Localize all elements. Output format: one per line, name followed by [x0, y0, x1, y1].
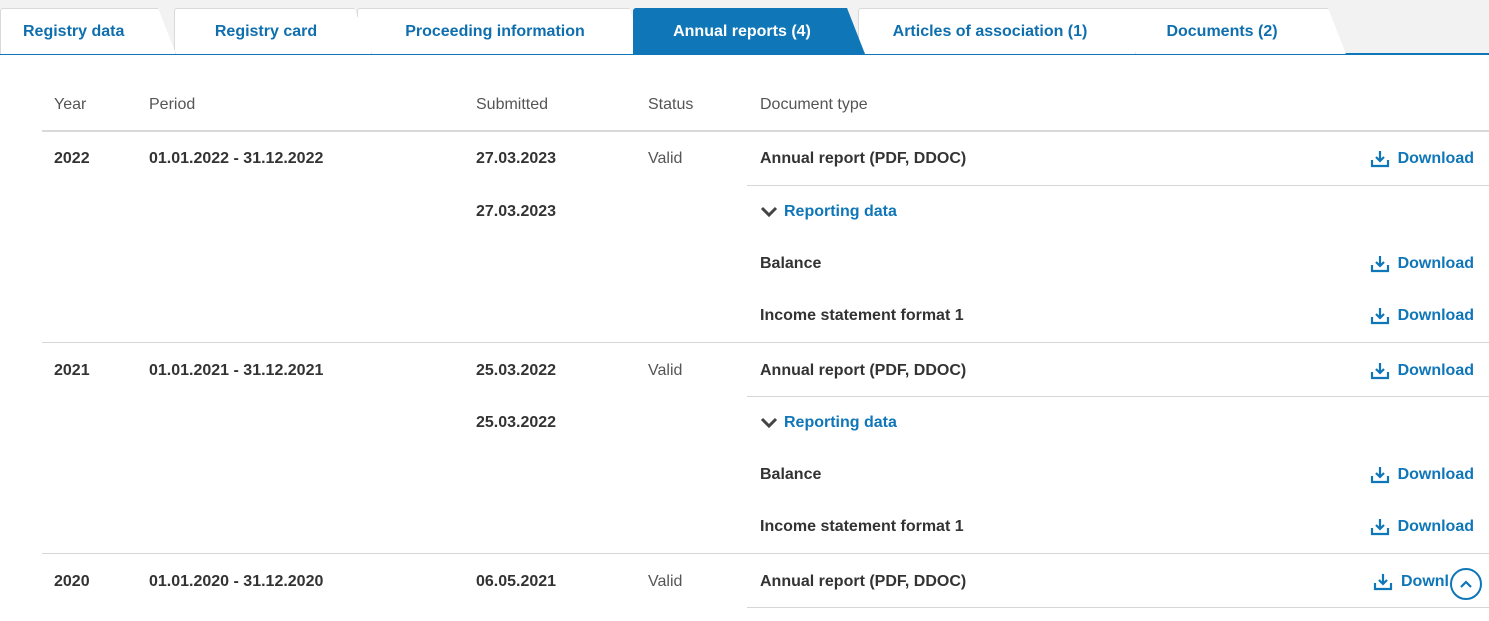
row-submitted: 06.05.2021 [476, 573, 557, 590]
download-link[interactable]: Downl [1373, 572, 1449, 592]
row-status: Valid [648, 150, 683, 167]
row-status: Valid [648, 362, 683, 379]
scroll-to-top-button[interactable] [1450, 568, 1482, 600]
download-link[interactable]: Download [1370, 254, 1474, 274]
row-document: Annual report (PDF, DDOC) [760, 573, 967, 590]
row-submitted: 25.03.2022 [476, 362, 557, 379]
download-icon [1370, 151, 1389, 168]
download-link[interactable]: Download [1370, 149, 1474, 169]
row-year: 2022 [54, 150, 90, 167]
header-document-type: Document type [760, 96, 868, 113]
reporting-submitted: 25.03.2022 [476, 414, 557, 431]
reporting-submitted: 27.03.2023 [476, 203, 557, 220]
row-submitted: 27.03.2023 [476, 150, 557, 167]
reporting-item-income-statement: Income statement format 1 [760, 307, 964, 324]
header-divider [42, 130, 1489, 132]
reporting-item-balance: Balance [760, 466, 822, 483]
header-year: Year [54, 96, 87, 113]
download-link[interactable]: Download [1370, 306, 1474, 326]
row-document: Annual report (PDF, DDOC) [760, 362, 967, 379]
header-submitted: Submitted [476, 96, 549, 113]
download-link[interactable]: Download [1370, 517, 1474, 537]
tab-registry-card[interactable]: Registry card [174, 8, 372, 54]
row-status: Valid [648, 573, 683, 590]
chevron-up-icon [1460, 580, 1472, 588]
tab-articles-of-association[interactable]: Articles of association (1) [858, 8, 1136, 54]
tab-documents[interactable]: Documents (2) [1112, 8, 1346, 54]
download-icon [1373, 574, 1393, 591]
row-document: Annual report (PDF, DDOC) [760, 150, 967, 167]
download-icon [1370, 519, 1389, 536]
reporting-data-toggle[interactable]: Reporting data [760, 202, 897, 222]
row-separator [42, 342, 1489, 343]
header-period: Period [149, 96, 196, 113]
chevron-down-icon [760, 417, 778, 429]
header-status: Status [648, 96, 694, 113]
download-icon [1370, 363, 1389, 380]
download-link[interactable]: Download [1370, 361, 1474, 381]
tab-registry-data[interactable]: Registry data [0, 8, 176, 54]
row-year: 2021 [54, 362, 90, 379]
download-icon [1370, 467, 1389, 484]
row-divider [747, 396, 1489, 397]
download-icon [1370, 256, 1389, 273]
tab-proceeding-information[interactable]: Proceeding information [357, 8, 647, 54]
download-link[interactable]: Download [1370, 465, 1474, 485]
row-divider [747, 185, 1489, 186]
row-year: 2020 [54, 573, 90, 590]
reporting-data-toggle[interactable]: Reporting data [760, 413, 897, 433]
row-separator [42, 553, 1489, 554]
download-icon [1370, 308, 1389, 325]
reporting-item-balance: Balance [760, 255, 822, 272]
tab-annual-reports[interactable]: Annual reports (4) [633, 8, 865, 54]
row-period: 01.01.2020 - 31.12.2020 [149, 573, 324, 590]
row-period: 01.01.2021 - 31.12.2021 [149, 362, 324, 379]
row-divider [747, 607, 1489, 608]
row-period: 01.01.2022 - 31.12.2022 [149, 150, 324, 167]
tab-bar: Documents (2) Articles of association (1… [0, 0, 1489, 55]
reporting-item-income-statement: Income statement format 1 [760, 518, 964, 535]
chevron-down-icon [760, 206, 778, 218]
